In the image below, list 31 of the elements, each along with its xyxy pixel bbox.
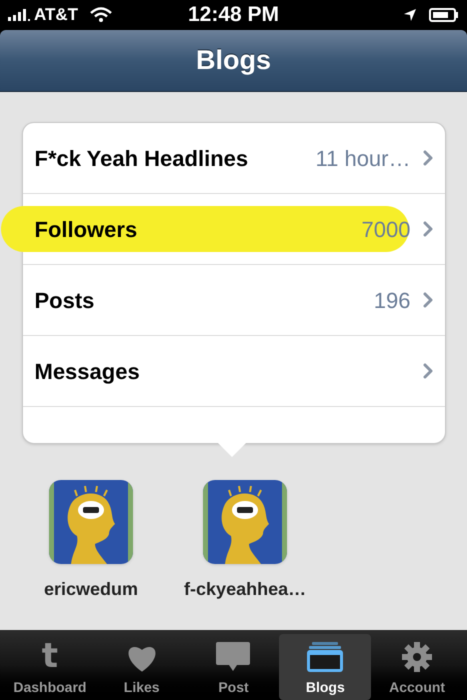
nav-title: Blogs xyxy=(196,44,271,78)
tab-button[interactable]: Blogs xyxy=(279,634,372,700)
tab-button[interactable]: t Dashboard xyxy=(4,634,96,700)
chevron-icon xyxy=(422,150,432,166)
row-label: Followers xyxy=(34,216,138,244)
clock-time: 12:48 PM xyxy=(188,2,280,28)
row-value: 196 xyxy=(374,286,410,314)
wifi-icon xyxy=(90,7,112,23)
location-arrow-icon xyxy=(403,8,418,22)
tumblr-logo-icon: t xyxy=(42,639,58,673)
tab-button[interactable]: Account xyxy=(371,634,463,700)
stacked-windows-icon xyxy=(306,641,344,673)
chevron-icon xyxy=(422,221,432,237)
chevron-icon xyxy=(422,363,432,379)
tab-button[interactable]: Post xyxy=(188,634,280,700)
row-label: Posts xyxy=(34,286,94,314)
settings-icon xyxy=(401,641,434,673)
signal-icon xyxy=(8,9,30,21)
tab-button[interactable]: Likes xyxy=(96,634,188,700)
blog-name[interactable]: ericwedum xyxy=(44,576,138,603)
speech-bubble-icon xyxy=(215,641,252,673)
chevron-icon xyxy=(422,292,432,308)
row-label: Messages xyxy=(34,358,140,386)
blog-name[interactable]: f-ckyeahhea… xyxy=(184,576,306,603)
row-label: F*ck Yeah Headlines xyxy=(34,144,248,172)
carrier-name: AT&T xyxy=(34,4,78,26)
menu-row[interactable]: Posts 196 xyxy=(22,265,444,335)
menu-row[interactable]: Messages xyxy=(22,336,444,406)
row-value: 11 hour… xyxy=(316,144,410,172)
battery-icon xyxy=(429,8,460,22)
menu-row[interactable]: F*ck Yeah Headlines 11 hour… xyxy=(22,123,444,193)
